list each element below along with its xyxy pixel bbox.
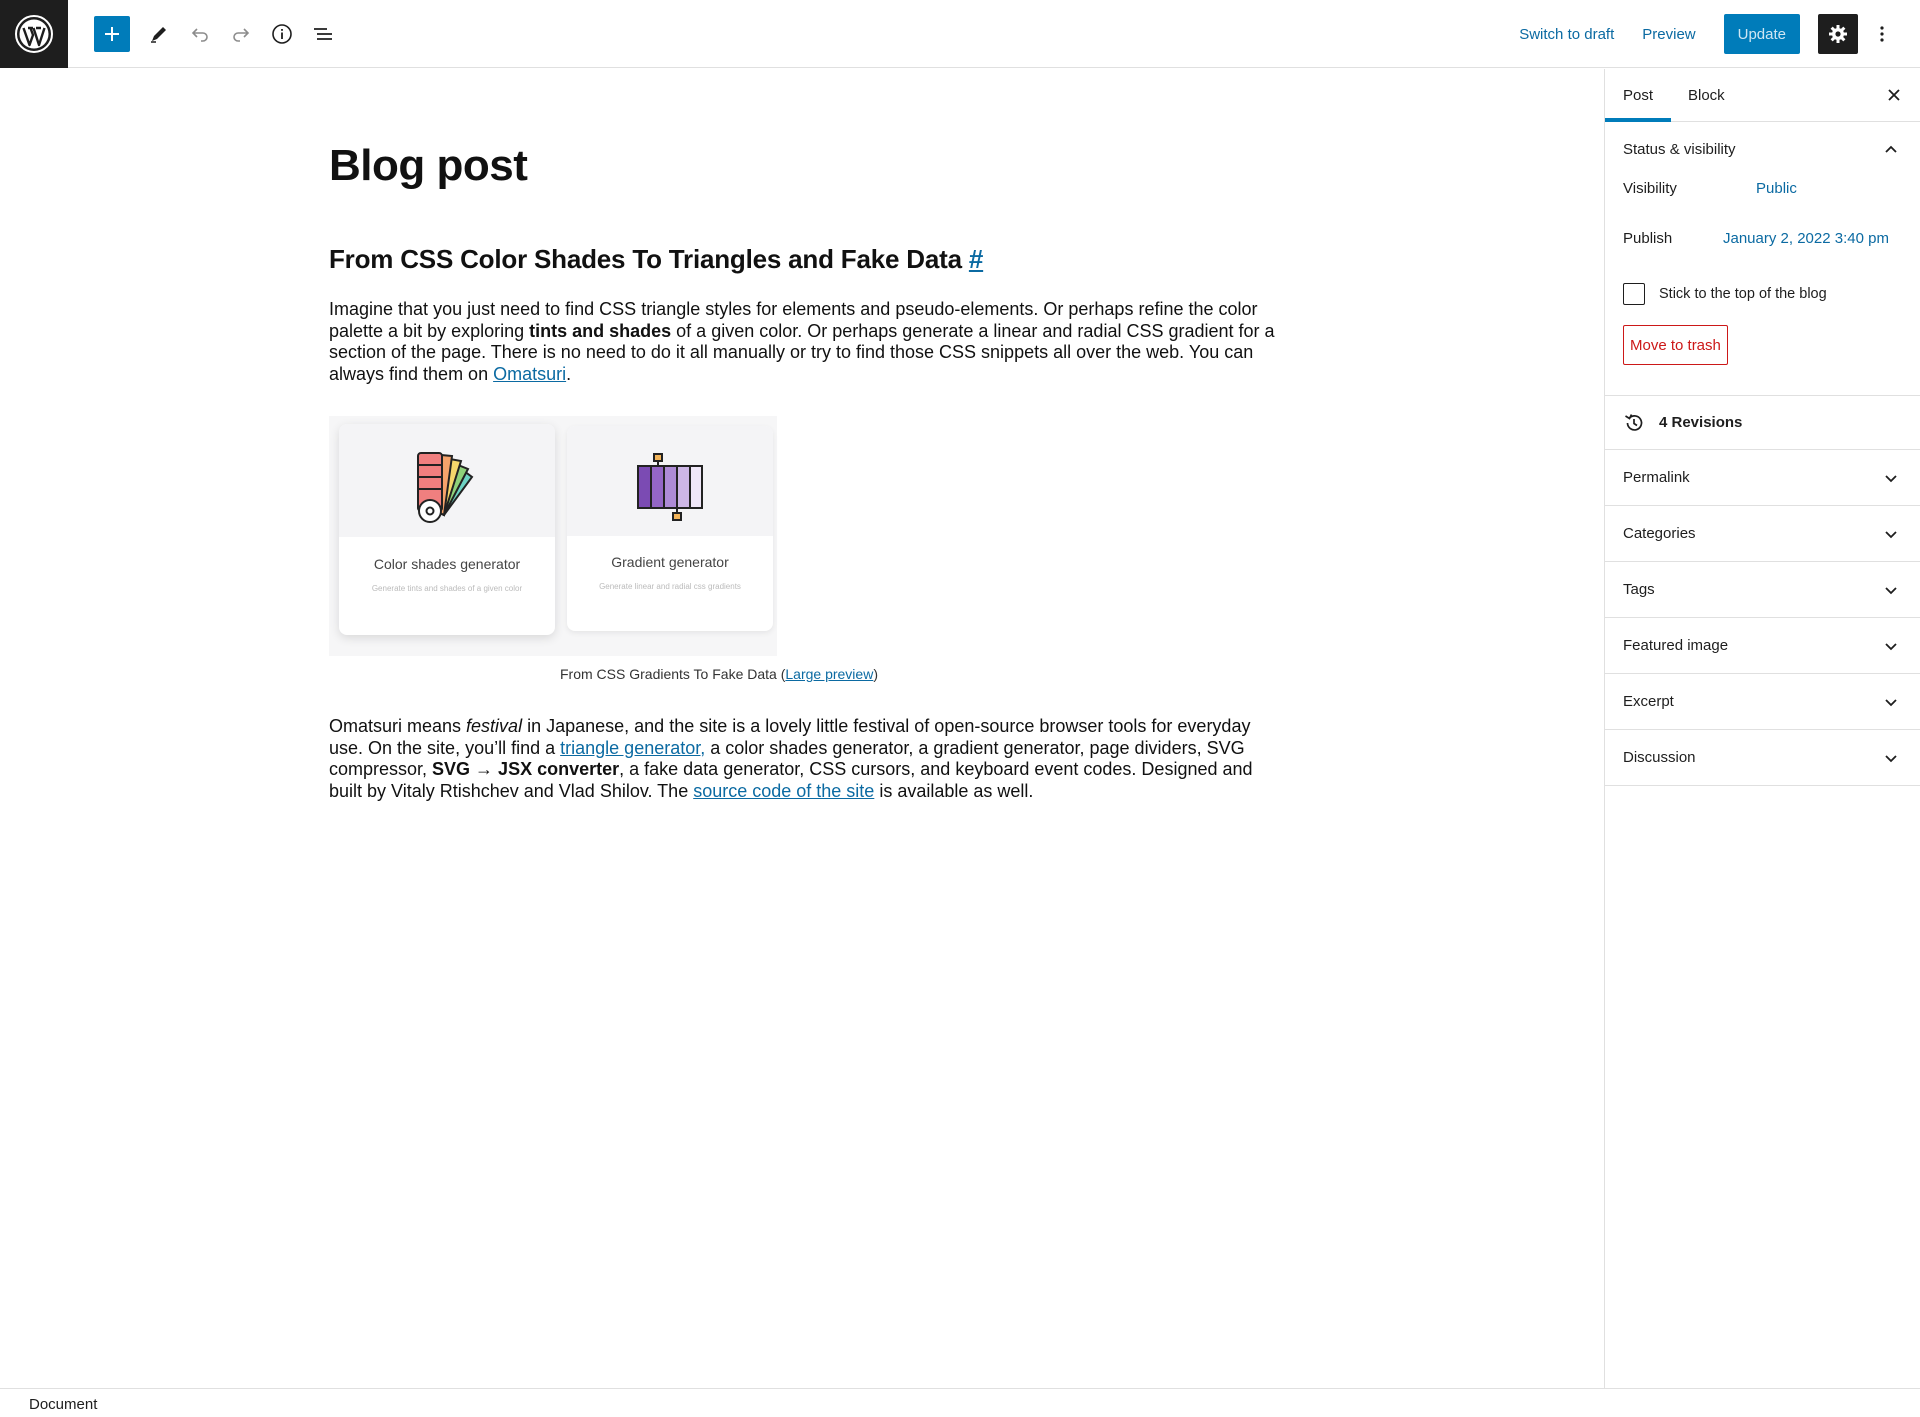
chevron-down-icon xyxy=(1885,475,1897,483)
chevron-up-icon xyxy=(1885,145,1897,153)
gradient-card: Gradient generator Generate linear and r… xyxy=(567,426,773,631)
pencil-icon xyxy=(151,27,166,43)
editor-canvas: Blog post From CSS Color Shades To Trian… xyxy=(0,69,1604,1389)
update-button[interactable]: Update xyxy=(1723,14,1800,54)
panel-title: Excerpt xyxy=(1623,693,1674,710)
publish-date-toggle[interactable]: January 2, 2022 3:40 pm xyxy=(1723,230,1889,247)
info-icon xyxy=(272,24,292,44)
paragraph-block[interactable]: Omatsuri means festival in Japanese, and… xyxy=(329,716,1279,802)
plus-icon xyxy=(105,27,119,41)
options-button[interactable] xyxy=(1870,14,1894,54)
heading-text: From CSS Color Shades To Triangles and F… xyxy=(329,244,962,274)
revisions-label: 4 Revisions xyxy=(1659,414,1743,431)
permalink-panel[interactable]: Permalink xyxy=(1605,450,1920,506)
tools-button[interactable] xyxy=(139,14,179,54)
visibility-toggle[interactable]: Public xyxy=(1756,180,1797,197)
switch-to-draft-button[interactable]: Switch to draft xyxy=(1519,26,1614,43)
visibility-label: Visibility xyxy=(1623,180,1677,197)
chevron-down-icon xyxy=(1885,755,1897,763)
chevron-down-icon xyxy=(1885,643,1897,651)
preview-button[interactable]: Preview xyxy=(1642,26,1695,43)
undo-icon xyxy=(191,28,208,42)
tab-post[interactable]: Post xyxy=(1623,87,1653,104)
chevron-down-icon xyxy=(1885,531,1897,539)
sticky-label: Stick to the top of the blog xyxy=(1659,286,1827,302)
status-visibility-panel: Status & visibility Visibility Public Pu… xyxy=(1605,122,1920,396)
close-icon xyxy=(1888,89,1900,101)
tags-panel[interactable]: Tags xyxy=(1605,562,1920,618)
categories-panel[interactable]: Categories xyxy=(1605,506,1920,562)
paragraph-text: Omatsuri means xyxy=(329,716,467,736)
paragraph-bold-text: tints and shades xyxy=(529,320,672,341)
status-visibility-body: Visibility Public Publish January 2, 202… xyxy=(1605,177,1920,395)
settings-sidebar: Post Block Status & visibility Visibilit… xyxy=(1604,69,1920,1389)
paragraph-block[interactable]: Imagine that you just need to find CSS t… xyxy=(329,299,1279,385)
publish-label: Publish xyxy=(1623,230,1673,247)
featured-image-panel[interactable]: Featured image xyxy=(1605,618,1920,674)
revisions-button[interactable]: 4 Revisions xyxy=(1605,396,1920,450)
panel-title: Status & visibility xyxy=(1623,141,1736,158)
panel-title: Tags xyxy=(1623,581,1655,598)
card-subtitle: Generate tints and shades of a given col… xyxy=(371,584,523,593)
wordpress-logo-icon[interactable] xyxy=(0,0,68,68)
color-palette-icon xyxy=(417,452,474,523)
gear-icon xyxy=(1829,25,1847,43)
panel-title: Discussion xyxy=(1623,749,1696,766)
color-shades-card: Color shades generator Generate tints an… xyxy=(339,424,555,635)
redo-icon xyxy=(233,28,250,42)
list-view-button[interactable] xyxy=(303,14,343,54)
breadcrumb-document[interactable]: Document xyxy=(29,1396,97,1413)
caption-text: From CSS Gradients To Fake Data ( xyxy=(560,666,786,682)
more-vertical-icon xyxy=(1880,26,1884,42)
paragraph-italic-text: festival xyxy=(466,716,523,736)
heading-block[interactable]: From CSS Color Shades To Triangles and F… xyxy=(329,244,983,275)
image-caption[interactable]: From CSS Gradients To Fake Data (Large p… xyxy=(329,666,1269,682)
panel-title: Categories xyxy=(1623,525,1696,542)
redo-button[interactable] xyxy=(221,14,261,54)
paragraph-text: . xyxy=(566,363,572,384)
caption-text: ) xyxy=(873,666,878,682)
sticky-checkbox[interactable] xyxy=(1623,283,1645,305)
paragraph-text: is available as well. xyxy=(874,780,1034,801)
excerpt-panel[interactable]: Excerpt xyxy=(1605,674,1920,730)
list-view-icon xyxy=(314,28,332,40)
heading-anchor-link[interactable]: # xyxy=(969,244,983,274)
sidebar-tabs: Post Block xyxy=(1605,69,1920,122)
panel-title: Featured image xyxy=(1623,637,1729,654)
triangle-generator-link[interactable]: triangle generator, xyxy=(560,738,705,758)
undo-button[interactable] xyxy=(180,14,220,54)
block-breadcrumb-bar: Document xyxy=(0,1388,1920,1417)
header-actions: Switch to draft Preview Update xyxy=(1519,0,1920,68)
card-subtitle: Generate linear and radial css gradients xyxy=(599,582,741,591)
panel-title: Permalink xyxy=(1623,469,1690,486)
move-to-trash-button[interactable]: Move to trash xyxy=(1623,325,1728,365)
editor-header: Switch to draft Preview Update xyxy=(0,0,1920,68)
discussion-panel[interactable]: Discussion xyxy=(1605,730,1920,786)
image-block[interactable]: Color shades generator Generate tints an… xyxy=(329,416,777,656)
omatsuri-link[interactable]: Omatsuri xyxy=(493,364,566,384)
large-preview-link[interactable]: Large preview xyxy=(785,666,873,682)
card-title: Color shades generator xyxy=(373,556,521,572)
tab-block[interactable]: Block xyxy=(1688,87,1725,104)
chevron-down-icon xyxy=(1885,699,1897,707)
status-visibility-toggle[interactable]: Status & visibility xyxy=(1605,122,1920,177)
card-title: Gradient generator xyxy=(611,554,729,570)
chevron-down-icon xyxy=(1885,587,1897,595)
add-block-button[interactable] xyxy=(94,16,130,52)
gradient-icon xyxy=(637,453,703,521)
post-title[interactable]: Blog post xyxy=(329,141,528,191)
history-icon xyxy=(1625,414,1643,431)
details-button[interactable] xyxy=(262,14,302,54)
settings-button[interactable] xyxy=(1818,14,1858,54)
close-sidebar-button[interactable] xyxy=(1884,85,1904,105)
paragraph-bold-text: SVG → JSX converter xyxy=(432,759,620,779)
source-code-link[interactable]: source code of the site xyxy=(693,781,874,801)
